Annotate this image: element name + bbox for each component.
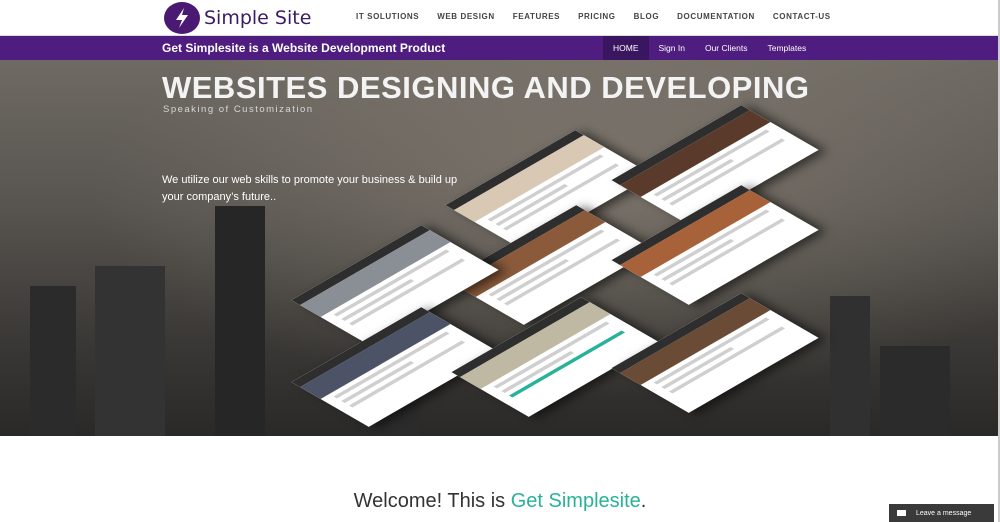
city-building (30, 286, 76, 436)
subnav-sign-in[interactable]: Sign In (649, 36, 695, 60)
welcome-heading: Welcome! This is Get Simplesite. (0, 490, 1000, 513)
site-logo[interactable]: Simple Site (164, 2, 311, 34)
nav-features[interactable]: FEATURES (513, 12, 560, 21)
city-building (830, 296, 870, 436)
subnav-home[interactable]: HOME (603, 36, 649, 60)
tagline: Get Simplesite is a Website Development … (162, 41, 446, 55)
nav-web-design[interactable]: WEB DESIGN (437, 12, 495, 21)
city-building (215, 206, 265, 436)
hero-banner: WEBSITES DESIGNING AND DEVELOPING Speaki… (0, 60, 998, 436)
city-building (95, 266, 165, 436)
welcome-brand: Get Simplesite (510, 490, 641, 512)
lightning-bolt-icon (164, 2, 200, 34)
nav-pricing[interactable]: PRICING (578, 12, 616, 21)
subnav-templates[interactable]: Templates (757, 36, 816, 60)
nav-documentation[interactable]: DOCUMENTATION (677, 12, 755, 21)
hero-title: WEBSITES DESIGNING AND DEVELOPING (162, 70, 810, 105)
welcome-prefix: Welcome! This is (353, 490, 511, 512)
leave-message-label: Leave a message (916, 509, 972, 517)
main-nav: IT SOLUTIONS WEB DESIGN FEATURES PRICING… (356, 12, 849, 21)
site-name: Simple Site (204, 7, 312, 29)
secondary-bar: Get Simplesite is a Website Development … (0, 36, 1000, 60)
subnav-our-clients[interactable]: Our Clients (695, 36, 758, 60)
mail-icon (897, 510, 906, 516)
city-building (880, 346, 950, 436)
top-header: Simple Site IT SOLUTIONS WEB DESIGN FEAT… (0, 0, 1000, 36)
hero-description: We utilize our web skills to promote you… (162, 174, 458, 203)
nav-it-solutions[interactable]: IT SOLUTIONS (356, 12, 419, 21)
hero-subtitle: Speaking of Customization (163, 104, 314, 115)
welcome-suffix: . (640, 490, 647, 512)
leave-message-button[interactable]: Leave a message (889, 504, 994, 522)
nav-blog[interactable]: BLOG (634, 12, 660, 21)
secondary-nav: HOME Sign In Our Clients Templates (603, 36, 816, 60)
nav-contact-us[interactable]: CONTACT-US (773, 12, 831, 21)
